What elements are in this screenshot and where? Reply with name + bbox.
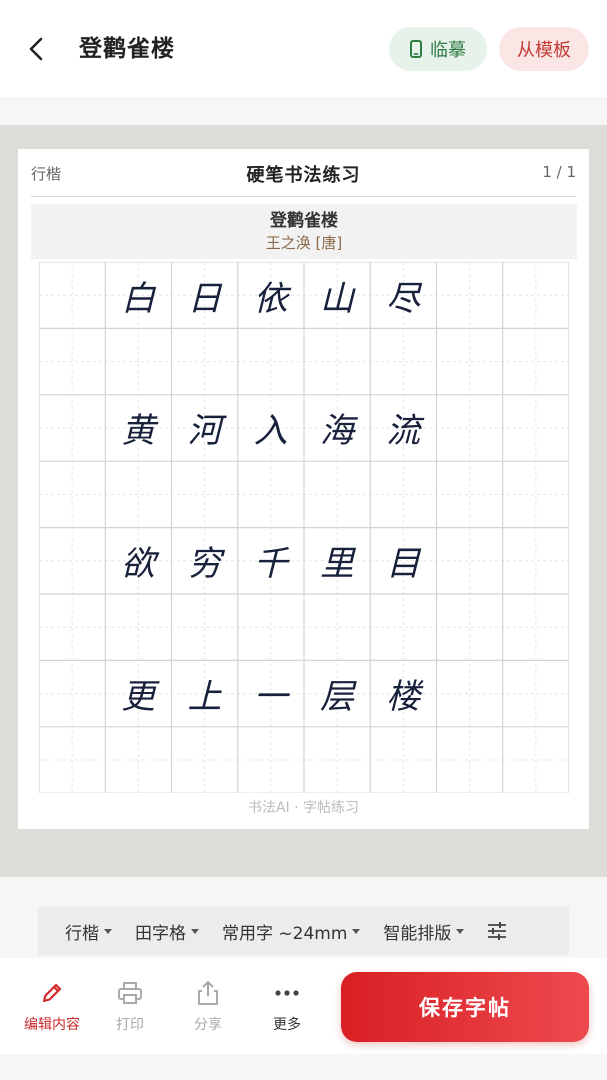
copybook-character: 日 <box>187 278 222 319</box>
copybook-character: 白 <box>121 278 156 319</box>
copybook-character: 欲 <box>121 544 156 585</box>
pencil-icon <box>42 983 62 1003</box>
header-divider <box>31 196 576 197</box>
print-label: 打印 <box>116 1017 144 1033</box>
copybook-character: 入 <box>253 411 288 452</box>
copybook-character: 层 <box>320 676 354 717</box>
edit-content-label: 编辑内容 <box>24 1017 80 1033</box>
bottom-toolbar: 编辑内容 打印 分享 更多 保存字帖 <box>0 958 607 1054</box>
copybook-character: 上 <box>187 676 222 717</box>
share-button[interactable]: 分享 <box>172 978 244 1034</box>
caret-down-icon <box>104 928 112 934</box>
page-indicator: 1 / 1 <box>542 163 576 181</box>
sliders-icon <box>488 922 507 940</box>
layout-dropdown-label: 智能排版 <box>383 923 452 944</box>
paper-heading: 硬笔书法练习 <box>246 165 361 186</box>
poem-title: 登鹳雀楼 <box>270 211 338 231</box>
copybook-character: 流 <box>386 411 421 452</box>
copybook-character: 楼 <box>386 676 421 717</box>
practice-grid[interactable]: 白日依山尽黄河入海流欲穷千里目更上一层楼 <box>39 262 569 793</box>
copybook-character: 山 <box>320 278 354 319</box>
size-dropdown-label: 常用字 ~24mm <box>222 923 348 944</box>
size-dropdown[interactable]: 常用字 ~24mm <box>222 919 361 944</box>
copybook-character: 黄 <box>121 411 156 452</box>
print-button[interactable]: 打印 <box>94 978 166 1034</box>
copy-practice-button[interactable]: 临摹 <box>389 27 487 71</box>
chevron-left-icon <box>29 37 43 61</box>
printer-icon <box>118 982 142 1004</box>
copybook-character: 千 <box>253 544 288 585</box>
from-template-label: 从模板 <box>517 40 571 61</box>
watermark: 书法AI · 字帖练习 <box>247 800 360 816</box>
copybook-character: 里 <box>320 544 354 585</box>
grid-dropdown[interactable]: 田字格 <box>135 919 199 944</box>
poem-header: 登鹳雀楼 王之涣 [唐] <box>31 204 577 259</box>
top-bar: 登鹳雀楼 临摹 从模板 <box>0 0 607 97</box>
copybook-character: 更 <box>121 676 156 717</box>
from-template-button[interactable]: 从模板 <box>499 27 589 71</box>
caret-down-icon <box>456 928 465 934</box>
caret-down-icon <box>352 928 361 934</box>
copybook-character: 一 <box>253 676 288 717</box>
page-title: 登鹳雀楼 <box>79 36 175 62</box>
save-copybook-button[interactable]: 保存字帖 <box>341 972 589 1042</box>
font-dropdown-label: 行楷 <box>65 923 99 944</box>
copybook-character: 目 <box>386 544 421 585</box>
phone-icon <box>410 40 422 58</box>
more-label: 更多 <box>273 1017 301 1033</box>
font-dropdown[interactable]: 行楷 <box>65 919 112 944</box>
layout-dropdown[interactable]: 智能排版 <box>383 919 465 944</box>
preview-stage: 行楷 硬笔书法练习 1 / 1 登鹳雀楼 王之涣 [唐] 白日依山尽黄河入海流欲… <box>0 125 607 877</box>
copy-practice-label: 临摹 <box>430 40 466 61</box>
caret-down-icon <box>191 928 199 934</box>
copybook-character: 海 <box>320 411 354 452</box>
adjust-settings-button[interactable] <box>487 922 507 940</box>
copybook-character: 穷 <box>187 544 222 585</box>
more-dots-icon <box>275 990 299 996</box>
grid-dropdown-label: 田字格 <box>135 923 186 944</box>
back-button[interactable] <box>20 30 52 68</box>
options-bar: 行楷 田字格 常用字 ~24mm 智能排版 <box>38 907 569 955</box>
share-label: 分享 <box>194 1017 222 1033</box>
poem-author: 王之涣 [唐] <box>265 234 343 252</box>
copybook-character: 河 <box>187 411 222 452</box>
share-icon <box>198 981 218 1005</box>
copybook-character: 尽 <box>386 278 421 319</box>
more-button[interactable]: 更多 <box>251 978 323 1034</box>
copybook-paper: 行楷 硬笔书法练习 1 / 1 登鹳雀楼 王之涣 [唐] 白日依山尽黄河入海流欲… <box>18 149 589 829</box>
edit-content-button[interactable]: 编辑内容 <box>16 978 88 1034</box>
copybook-character: 依 <box>253 278 288 319</box>
